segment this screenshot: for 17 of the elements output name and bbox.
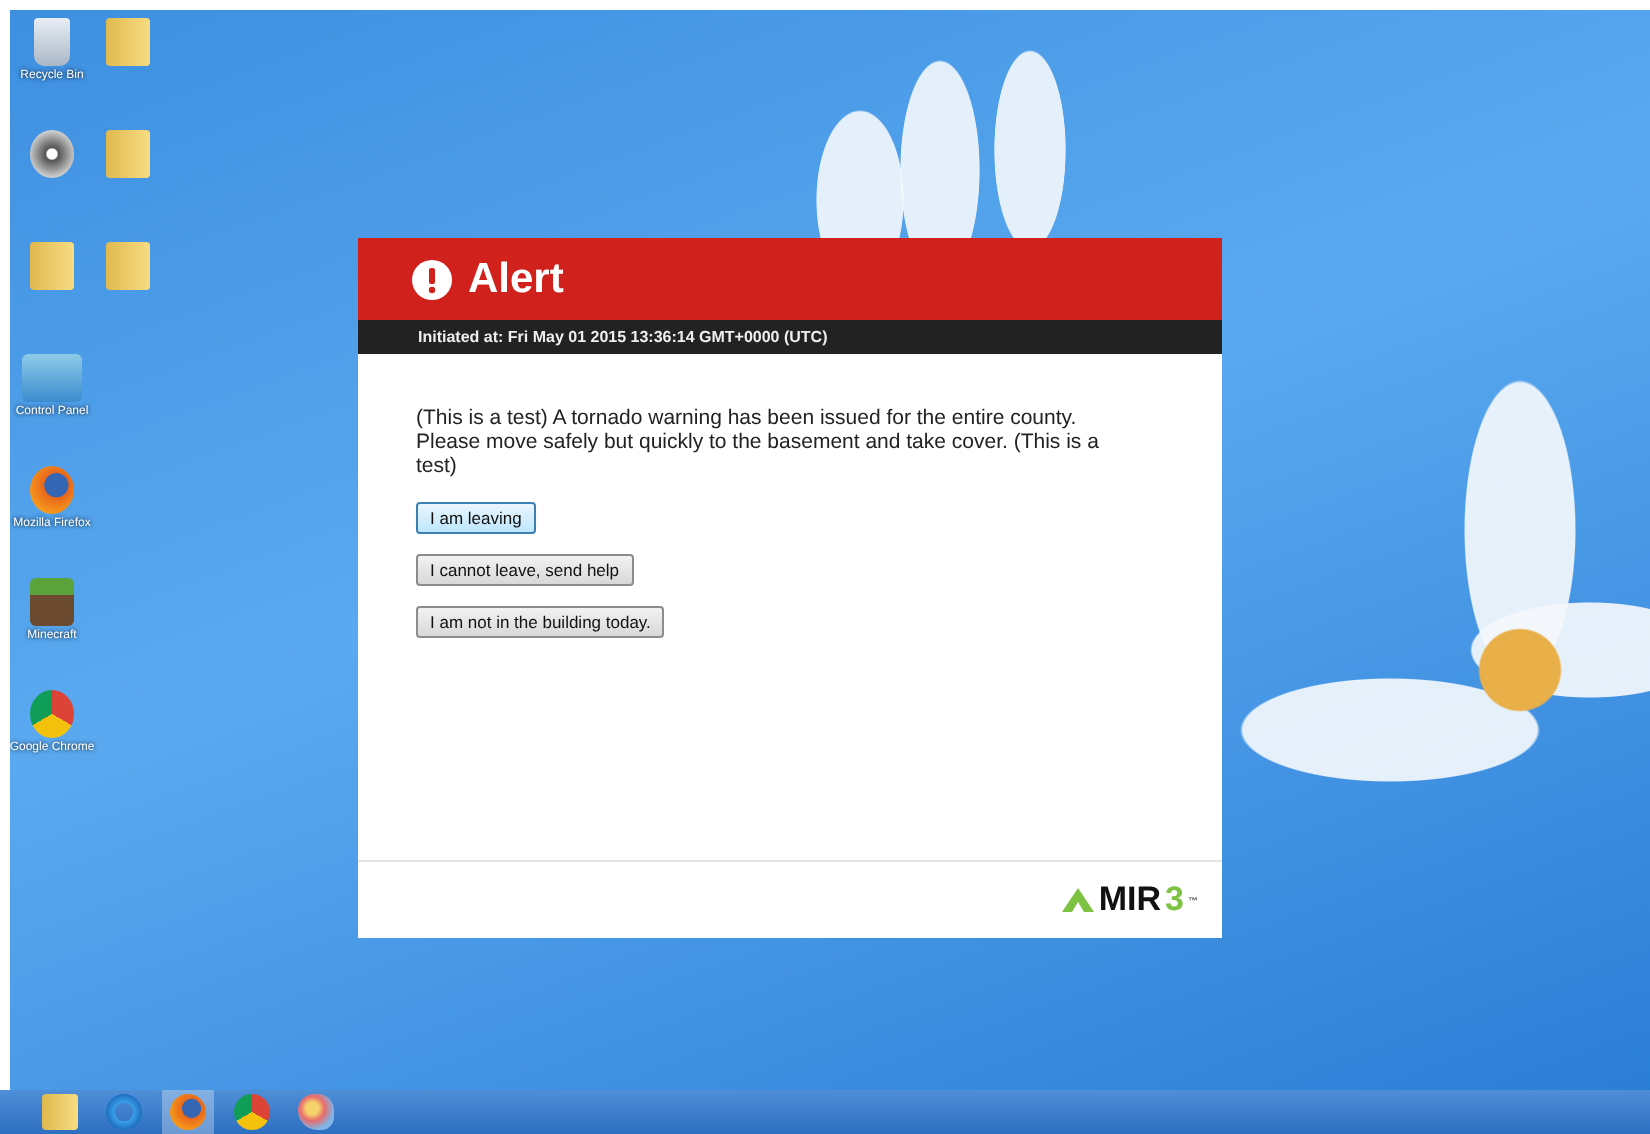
firefox-icon[interactable] (30, 466, 74, 514)
alert-title: Alert (468, 255, 564, 303)
alert-message: (This is a test) A tornado warning has been issued for the entire county. Please move safely but quickly to the basement and take cover. (This is a test) (416, 406, 1101, 478)
response-button[interactable]: I am leaving (416, 502, 536, 534)
response-button[interactable]: I cannot leave, send help (416, 554, 634, 586)
initiated-time: Initiated at: Fri May 01 2015 13:36:14 GMT+0000 (UTC) (418, 328, 828, 346)
folder-icon[interactable] (106, 130, 150, 178)
minecraft-icon[interactable] (30, 578, 74, 626)
disc-icon[interactable] (30, 130, 74, 178)
folder-icon[interactable] (30, 242, 74, 290)
recycle-bin-icon[interactable] (34, 18, 70, 66)
response-button[interactable]: I am not in the building today. (416, 606, 665, 638)
exclamation-icon (412, 259, 452, 299)
chrome-icon[interactable] (30, 690, 74, 738)
folder-icon[interactable] (106, 242, 150, 290)
firefox-taskbar-icon[interactable] (162, 1090, 214, 1134)
folder-icon[interactable] (106, 18, 150, 66)
